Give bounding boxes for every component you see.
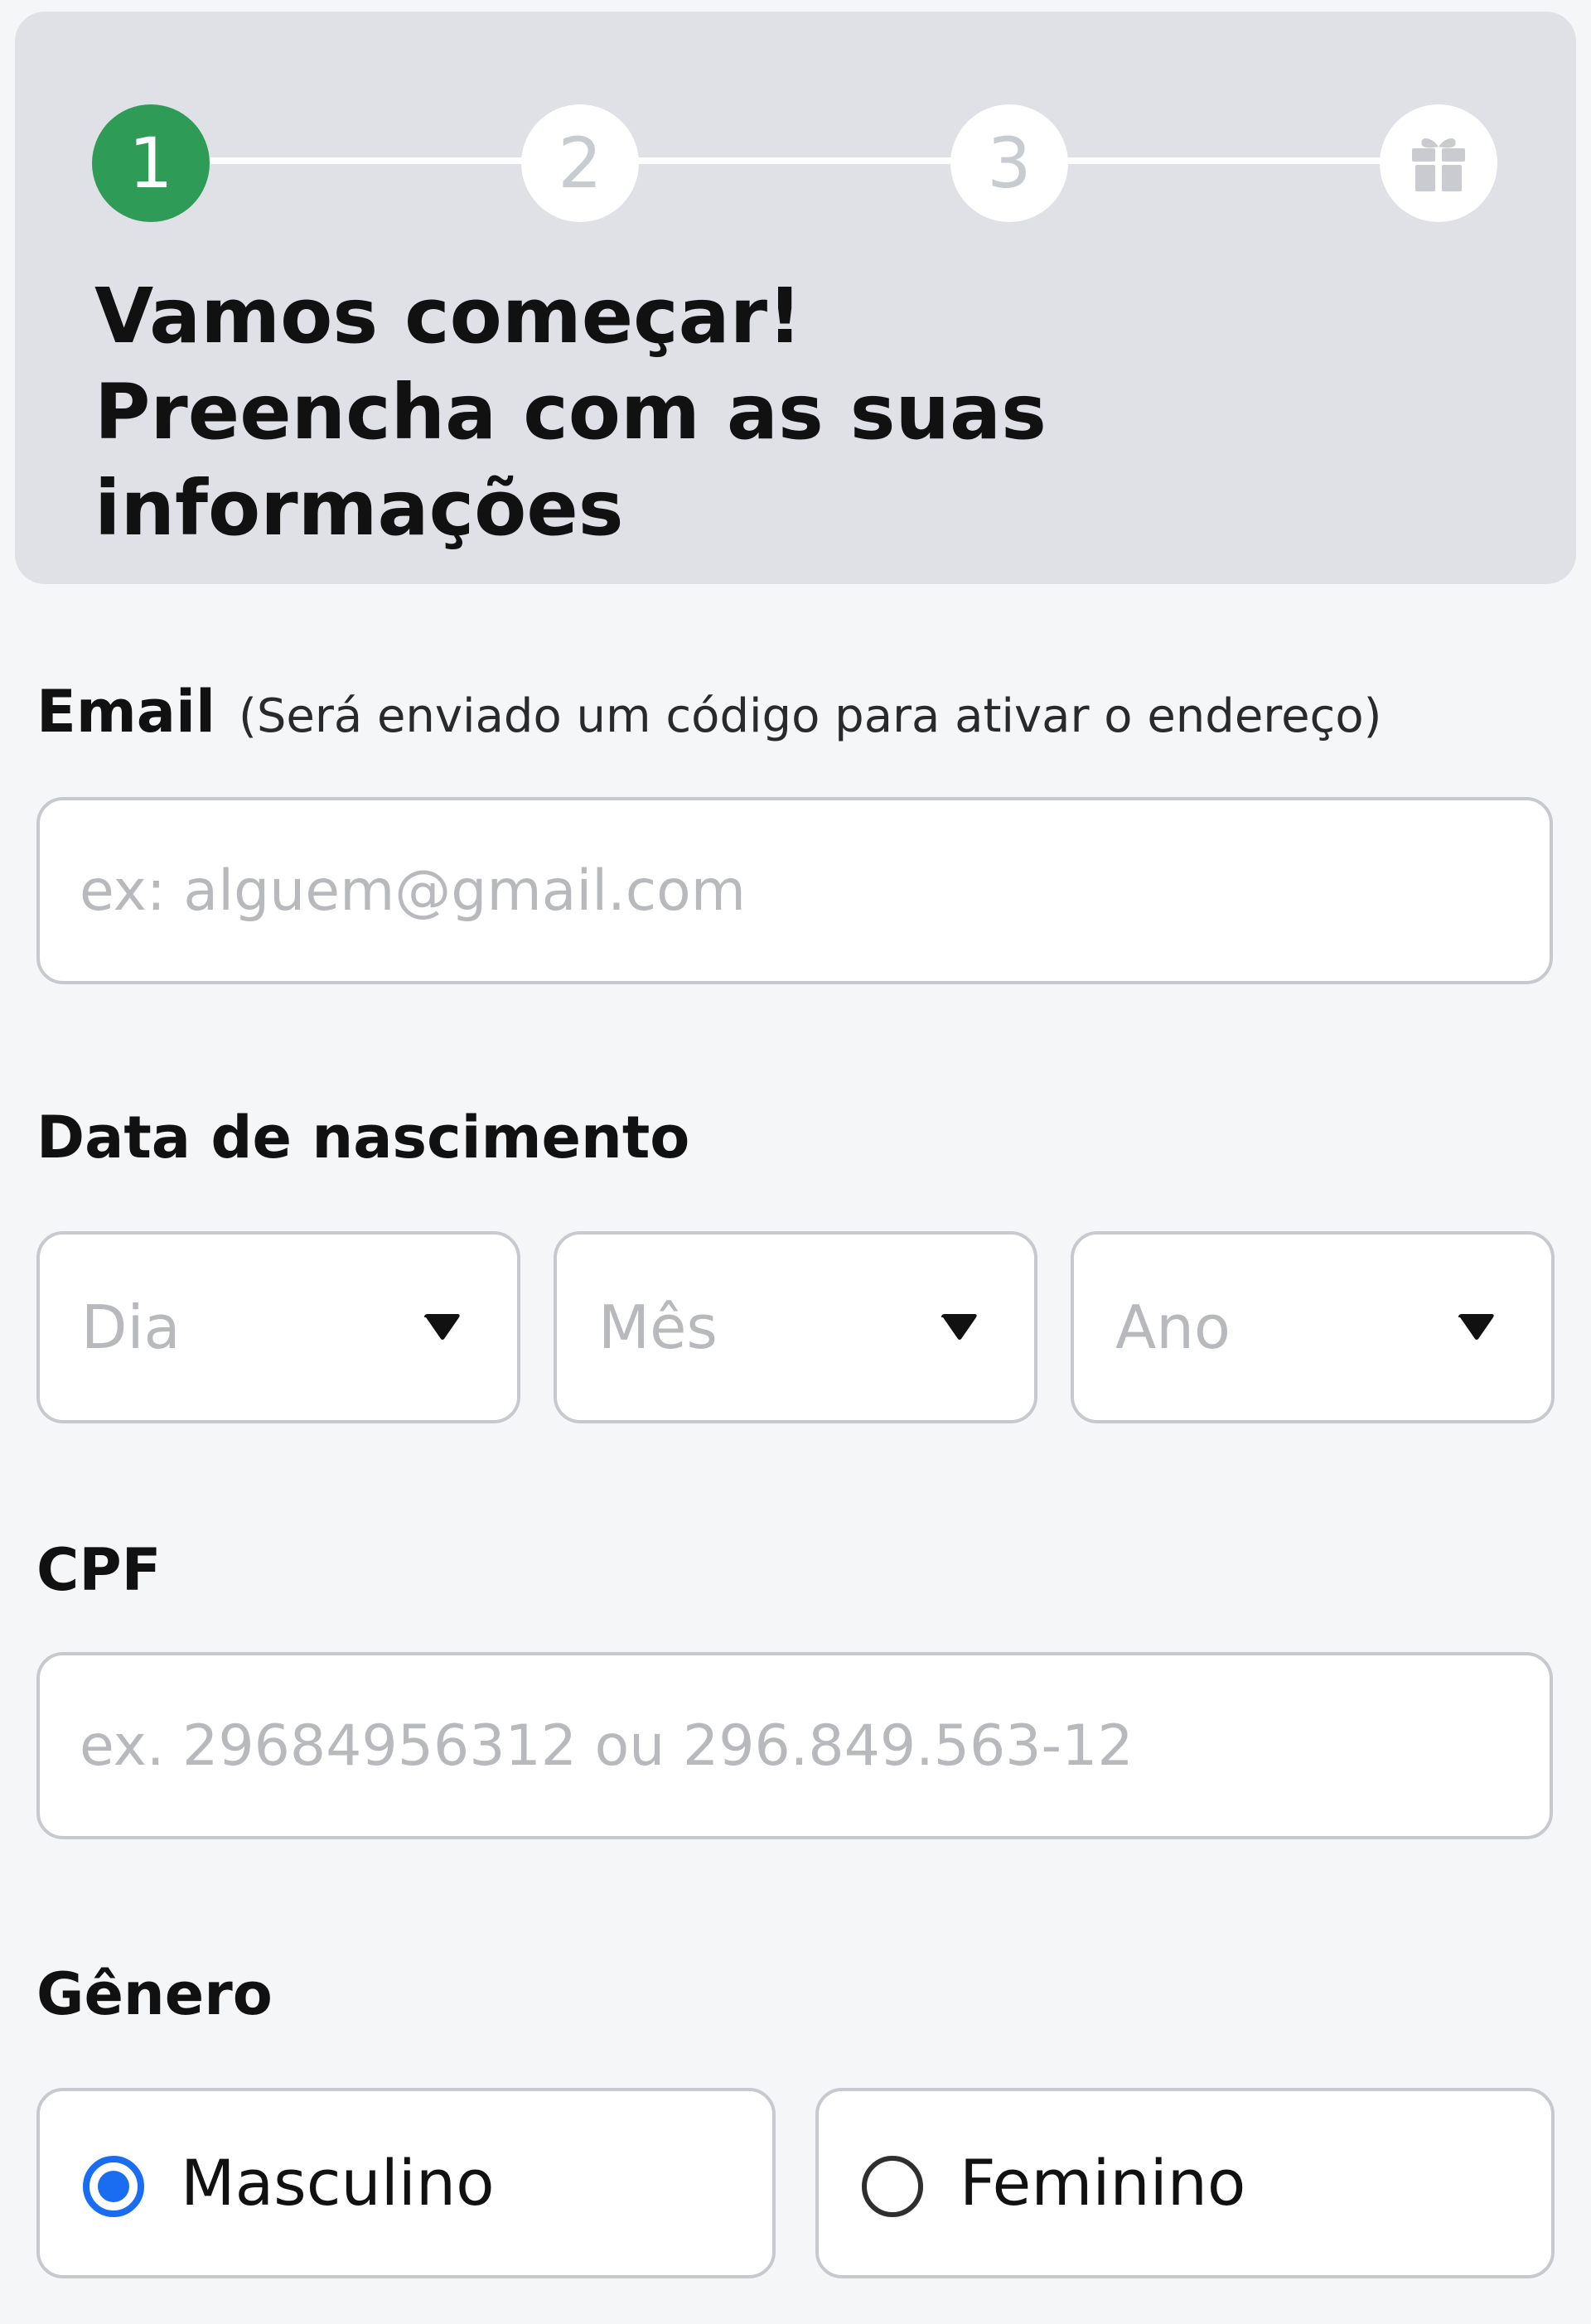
signup-header-card: 1 2 3 Vamos começar! Preencha com as sua… [15, 12, 1576, 584]
email-label: Email (Será enviado um código para ativar… [36, 676, 1381, 752]
page-title-line-3: informações [94, 464, 624, 553]
caret-down-icon [424, 1314, 460, 1340]
email-label-text: Email [36, 678, 215, 746]
gender-option-feminino[interactable]: Feminino [815, 2088, 1555, 2278]
page-title: Vamos começar! Preencha com as suas info… [94, 268, 1255, 557]
page-title-line-1: Vamos começar! [94, 272, 803, 360]
step-1-indicator: 1 [92, 104, 210, 222]
progress-stepper: 1 2 3 [15, 12, 1576, 244]
gender-option-label: Masculino [181, 2146, 495, 2220]
radio-selected-icon[interactable] [83, 2156, 144, 2217]
month-select[interactable]: Mês [554, 1231, 1037, 1423]
gift-icon [1412, 138, 1465, 191]
month-select-value: Mês [598, 1292, 718, 1362]
gender-label: Gênero [36, 1960, 273, 2028]
year-select[interactable]: Ano [1071, 1231, 1555, 1423]
step-4-reward-indicator [1380, 104, 1497, 222]
email-hint: (Será enviado um código para ativar o en… [238, 689, 1382, 743]
cpf-label: CPF [36, 1536, 162, 1604]
caret-down-icon [1458, 1314, 1494, 1340]
email-input[interactable] [36, 797, 1553, 984]
step-3-indicator: 3 [950, 104, 1068, 222]
step-2-indicator: 2 [521, 104, 639, 222]
stepper-connector-line [151, 157, 1444, 164]
page-title-line-2: Preencha com as suas [94, 368, 1047, 457]
day-select-value: Dia [81, 1292, 181, 1362]
gender-option-masculino[interactable]: Masculino [36, 2088, 776, 2278]
caret-down-icon [941, 1314, 977, 1340]
year-select-value: Ano [1115, 1292, 1231, 1362]
gender-option-label: Feminino [960, 2146, 1246, 2220]
cpf-input[interactable] [36, 1652, 1553, 1839]
birthdate-label: Data de nascimento [36, 1104, 690, 1172]
radio-unselected-icon[interactable] [862, 2156, 923, 2217]
day-select[interactable]: Dia [36, 1231, 520, 1423]
